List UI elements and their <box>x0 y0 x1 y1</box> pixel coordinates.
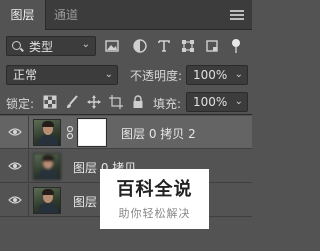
blend-mode-value: 正常 <box>13 68 38 82</box>
layer-filter-row: 类型 ⌄ <box>0 31 252 61</box>
layer-row[interactable]: 图层 0 拷贝 2 <box>0 116 252 149</box>
fill-value: 100% <box>193 95 228 109</box>
layer-thumbnail[interactable] <box>33 187 61 214</box>
lock-image-pixels-icon[interactable] <box>65 95 79 109</box>
fill-field[interactable]: 100% ⌄ <box>186 92 248 112</box>
filter-kind-dropdown[interactable]: 类型 ⌄ <box>6 36 96 56</box>
chevron-down-icon: ⌄ <box>234 96 243 107</box>
chevron-down-icon: ⌄ <box>81 39 90 50</box>
lock-position-icon[interactable] <box>87 95 101 109</box>
search-icon <box>12 41 21 50</box>
shape-layer-filter-icon[interactable] <box>180 38 196 54</box>
fill-label: 填充: <box>153 97 182 111</box>
tab-channels[interactable]: 通道 <box>54 0 78 30</box>
eye-icon[interactable] <box>8 161 22 171</box>
watermark-title: 百科全说 <box>116 179 193 200</box>
lock-all-icon[interactable] <box>131 95 145 109</box>
layer-thumbnail[interactable] <box>33 153 61 180</box>
chevron-down-icon: ⌄ <box>104 69 113 80</box>
eye-icon[interactable] <box>8 195 22 205</box>
opacity-value: 100% <box>193 68 228 82</box>
layer-name[interactable]: 图层 0 拷贝 2 <box>121 125 196 142</box>
watermark-badge: 百科全说 助你轻松解决 <box>100 169 209 229</box>
layer-row-divider <box>28 150 29 183</box>
lock-artboard-icon[interactable] <box>109 95 123 109</box>
layer-row-divider <box>28 116 29 149</box>
watermark-subtitle: 助你轻松解决 <box>118 207 191 220</box>
eye-icon[interactable] <box>8 127 22 137</box>
blend-opacity-row: 正常 ⌄ 不透明度: 100% ⌄ <box>0 62 252 88</box>
layer-mask-thumbnail[interactable] <box>77 118 107 147</box>
panel-tab-bar: 图层 通道 <box>0 0 252 30</box>
layer-thumbnail[interactable] <box>33 119 61 146</box>
panel-menu-icon[interactable] <box>230 10 244 20</box>
filter-kind-label: 类型 <box>29 40 54 54</box>
lock-label: 锁定: <box>6 97 35 111</box>
smart-object-filter-icon[interactable] <box>204 38 220 54</box>
pixel-layer-filter-icon[interactable] <box>104 38 120 54</box>
lock-transparent-pixels-icon[interactable] <box>43 95 57 109</box>
adjustment-layer-filter-icon[interactable] <box>132 38 148 54</box>
filter-toggle-icon[interactable] <box>228 38 244 54</box>
blend-mode-select[interactable]: 正常 ⌄ <box>6 65 118 85</box>
opacity-field[interactable]: 100% ⌄ <box>186 65 248 85</box>
lock-fill-row: 锁定: 填充: 100% ⌄ <box>0 89 252 115</box>
type-layer-filter-icon[interactable] <box>156 38 172 54</box>
chevron-down-icon: ⌄ <box>234 69 243 80</box>
tab-layers[interactable]: 图层 <box>0 0 46 30</box>
mask-link-icon[interactable] <box>66 126 74 139</box>
layer-row-divider <box>28 184 29 217</box>
opacity-label: 不透明度: <box>130 69 183 83</box>
